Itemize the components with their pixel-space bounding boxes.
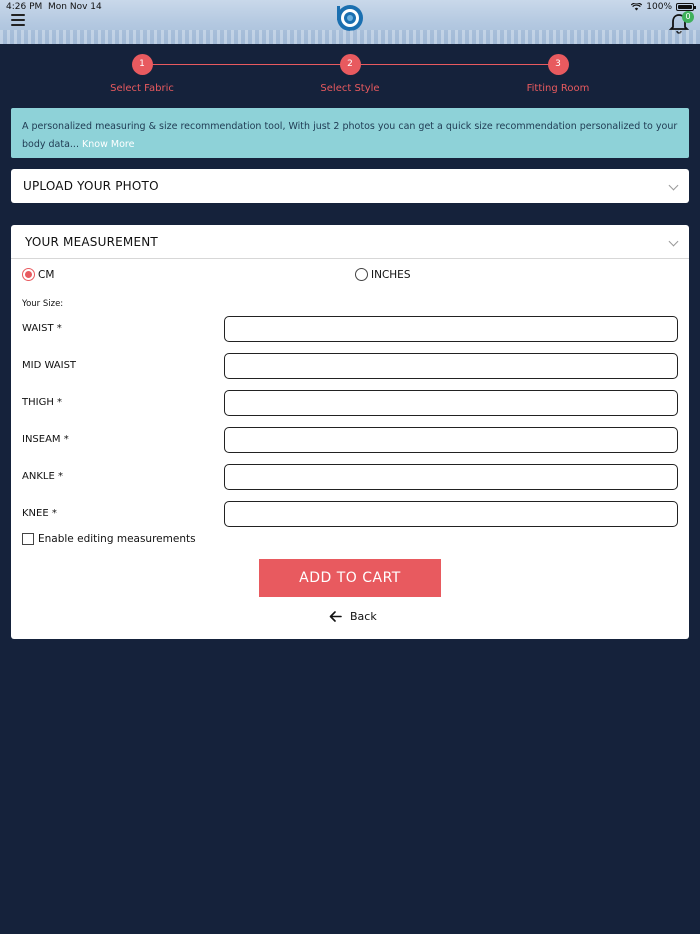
chevron-down-icon bbox=[668, 180, 679, 191]
radio-checked-icon bbox=[22, 268, 35, 281]
measurement-row-knee: KNEE * bbox=[11, 501, 689, 527]
measurement-row-mid-waist: MID WAIST bbox=[11, 353, 689, 379]
your-size-label: Your Size: bbox=[22, 299, 64, 309]
knee-input[interactable] bbox=[224, 501, 678, 527]
measurement-row-thigh: THIGH * bbox=[11, 390, 689, 416]
field-label: WAIST * bbox=[22, 323, 62, 334]
notification-badge: 0 bbox=[682, 11, 694, 23]
enable-editing-checkbox[interactable]: Enable editing measurements bbox=[22, 533, 196, 545]
thigh-input[interactable] bbox=[224, 390, 678, 416]
upload-photo-title: UPLOAD YOUR PHOTO bbox=[23, 179, 159, 193]
step-fitting-room[interactable]: 3 Fitting Room bbox=[498, 54, 618, 94]
measurement-row-waist: WAIST * bbox=[11, 316, 689, 342]
step-number: 3 bbox=[547, 54, 569, 75]
menu-icon[interactable] bbox=[11, 14, 25, 26]
step-select-fabric[interactable]: 1 Select Fabric bbox=[82, 54, 202, 94]
measurement-row-inseam: INSEAM * bbox=[11, 427, 689, 453]
measurement-title: YOUR MEASUREMENT bbox=[25, 235, 158, 249]
step-number: 2 bbox=[339, 54, 361, 75]
status-indicators: 100% bbox=[631, 2, 696, 12]
measurement-row-ankle: ANKLE * bbox=[11, 464, 689, 490]
step-label: Select Fabric bbox=[110, 83, 174, 94]
arrow-left-icon bbox=[329, 611, 342, 622]
battery-icon bbox=[676, 3, 696, 11]
checkbox-icon bbox=[22, 533, 34, 545]
back-button[interactable]: Back bbox=[329, 610, 377, 623]
inseam-input[interactable] bbox=[224, 427, 678, 453]
know-more-link[interactable]: Know More bbox=[82, 139, 134, 150]
enable-editing-label: Enable editing measurements bbox=[38, 533, 196, 545]
ankle-input[interactable] bbox=[224, 464, 678, 490]
app-logo bbox=[337, 5, 363, 31]
add-to-cart-button[interactable]: ADD TO CART bbox=[259, 559, 441, 597]
measurement-accordion-header[interactable]: YOUR MEASUREMENT bbox=[11, 225, 689, 259]
unit-radio-cm[interactable]: CM bbox=[22, 268, 54, 281]
radio-unchecked-icon bbox=[355, 268, 368, 281]
app-header: 4:26 PM Mon Nov 14 100% 0 bbox=[0, 0, 700, 44]
step-label: Select Style bbox=[320, 83, 380, 94]
unit-radio-inches[interactable]: INCHES bbox=[355, 268, 410, 281]
step-number: 1 bbox=[131, 54, 153, 75]
upload-photo-accordion[interactable]: UPLOAD YOUR PHOTO bbox=[11, 169, 689, 203]
step-label: Fitting Room bbox=[526, 83, 590, 94]
field-label: ANKLE * bbox=[22, 471, 63, 482]
measurement-panel: YOUR MEASUREMENT CM INCHES Your Size: WA… bbox=[11, 225, 689, 639]
progress-stepper: 1 Select Fabric 2 Select Style 3 Fitting… bbox=[0, 54, 700, 98]
status-time: 4:26 PM Mon Nov 14 bbox=[6, 2, 102, 12]
battery-percent: 100% bbox=[646, 2, 672, 12]
unit-selector: CM INCHES bbox=[11, 268, 689, 284]
chevron-down-icon bbox=[668, 236, 679, 247]
field-label: INSEAM * bbox=[22, 434, 69, 445]
mid-waist-input[interactable] bbox=[224, 353, 678, 379]
waist-input[interactable] bbox=[224, 316, 678, 342]
step-select-style[interactable]: 2 Select Style bbox=[290, 54, 410, 94]
field-label: KNEE * bbox=[22, 508, 57, 519]
back-label: Back bbox=[350, 610, 377, 623]
field-label: MID WAIST bbox=[22, 360, 77, 371]
info-banner: A personalized measuring & size recommen… bbox=[11, 108, 689, 158]
wifi-icon bbox=[631, 3, 643, 11]
field-label: THIGH * bbox=[22, 397, 63, 408]
